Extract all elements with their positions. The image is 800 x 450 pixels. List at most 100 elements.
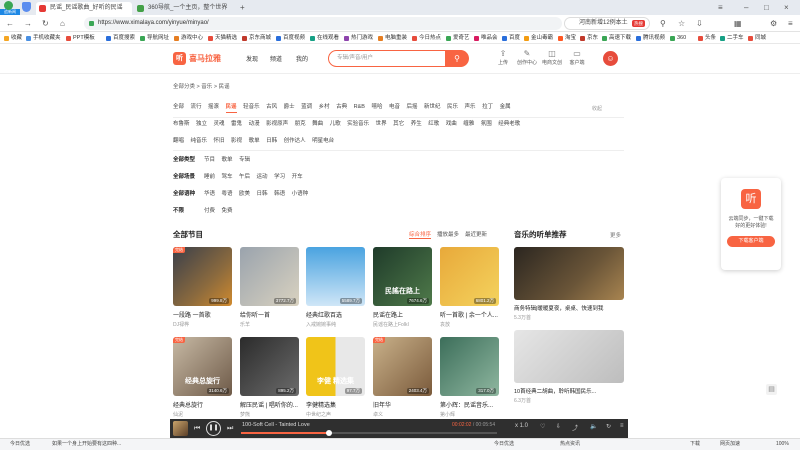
bookmark-item[interactable]: 金山毒霸 xyxy=(524,33,553,43)
filter-option[interactable]: 影视原声 xyxy=(266,120,288,129)
sort-tab[interactable]: 综合排序 xyxy=(409,232,432,239)
filter-option[interactable]: 创作达人 xyxy=(284,137,306,146)
program-author[interactable]: DJ禄桦 xyxy=(173,321,232,328)
filter-option[interactable]: 翻唱 xyxy=(173,137,184,146)
program-author[interactable]: 仙泥 xyxy=(173,411,232,418)
filter-label[interactable]: 全部场景 xyxy=(173,173,200,182)
pause-button[interactable]: ❚❚ xyxy=(206,421,221,436)
filter-option[interactable]: R&B xyxy=(354,103,365,112)
bookmark-item[interactable]: 手机收藏夹 xyxy=(26,33,61,43)
program-author[interactable]: 梦熊 xyxy=(240,411,299,418)
close-window-button[interactable]: × xyxy=(784,2,789,13)
program-cover[interactable]: 6801.2万 xyxy=(440,247,499,306)
filter-option[interactable]: 流行 xyxy=(191,103,202,112)
status-news[interactable]: 如果一个身上开始要有这四种... xyxy=(52,439,121,450)
program-author[interactable]: 卓义 xyxy=(373,411,432,418)
collapse-toggle[interactable]: 收起 xyxy=(592,105,602,112)
sort-tab[interactable]: 最近更新 xyxy=(465,232,487,238)
filter-option[interactable]: 古典 xyxy=(336,103,347,112)
filter-label[interactable]: 全部语种 xyxy=(173,190,200,199)
filter-option[interactable]: 养生 xyxy=(411,120,422,129)
program-title[interactable]: 经典红歌百选 xyxy=(306,310,365,319)
speed-control[interactable]: x 1.0 xyxy=(515,423,528,429)
program-author[interactable]: 第小辉 xyxy=(440,411,499,418)
filter-option[interactable]: 节目 xyxy=(204,156,215,165)
volume-icon[interactable]: 🔈 xyxy=(590,423,597,430)
filter-option[interactable]: 乡村 xyxy=(319,103,330,112)
menu-icon[interactable]: ≡ xyxy=(788,18,793,29)
downloads-icon[interactable]: ⇩ xyxy=(696,18,703,29)
bookmark-item[interactable]: 淘宝 xyxy=(558,33,576,43)
filter-option[interactable]: 后摇 xyxy=(407,103,418,112)
filter-option[interactable]: 世界 xyxy=(376,120,387,129)
filter-option[interactable]: 朋克 xyxy=(295,120,306,129)
program-author[interactable]: 中世纪之声 xyxy=(306,411,365,418)
bookmark-item[interactable]: 热门游戏 xyxy=(344,33,373,43)
program-card[interactable]: 3772.7万 给你听一首 乐羊 xyxy=(240,247,299,328)
program-cover[interactable]: 895.2万 xyxy=(240,337,299,396)
filter-option[interactable]: 缠雅 xyxy=(463,120,474,129)
program-title[interactable]: 第小辉：民谣音乐... xyxy=(440,400,499,409)
filter-option[interactable]: 拉丁 xyxy=(482,103,493,112)
status-item[interactable]: 热点资讯 xyxy=(560,439,580,450)
bookmark-item[interactable]: 二手车 xyxy=(720,33,744,43)
program-title[interactable]: 给你听一首 xyxy=(240,310,299,319)
filter-option[interactable]: 日韩 xyxy=(266,137,277,146)
now-playing-cover[interactable] xyxy=(173,421,188,436)
filter-option[interactable]: 全部 xyxy=(173,103,184,112)
bookmark-item[interactable]: 百度 xyxy=(502,33,520,43)
program-card[interactable]: 李健 精选集 97.7万 李健精选集 中世纪之声 xyxy=(306,337,365,418)
program-cover[interactable]: 完结 2403.4万 xyxy=(373,337,432,396)
filter-option[interactable]: 氛围 xyxy=(481,120,492,129)
recommend-title[interactable]: 10首经典二胡曲，聆听韩国民乐... xyxy=(514,387,624,395)
filter-option[interactable]: 金属 xyxy=(500,103,511,112)
filter-option[interactable]: 电音 xyxy=(389,103,400,112)
ximalaya-logo[interactable]: 听 喜马拉雅 xyxy=(173,52,221,66)
like-icon[interactable]: ♡ xyxy=(540,423,545,430)
recommend-cover[interactable] xyxy=(514,330,624,383)
filter-option[interactable]: 经典老歌 xyxy=(498,120,520,129)
filter-option[interactable]: 古风 xyxy=(266,103,277,112)
tab-ximalaya[interactable]: 民谣_民谣歌曲_好听的民谣 xyxy=(36,2,132,15)
status-item[interactable]: 下载 xyxy=(690,439,700,450)
filter-option[interactable]: 动漫 xyxy=(249,120,260,129)
search-button[interactable]: ⚲ xyxy=(445,50,469,67)
breadcrumb-all[interactable]: 全部分类 xyxy=(173,84,195,90)
breadcrumb-music[interactable]: 音乐 xyxy=(201,84,212,90)
program-card[interactable]: 完结 2403.4万 旧年华 卓义 xyxy=(373,337,432,418)
download-icon[interactable]: ⇩ xyxy=(556,423,561,430)
next-track-icon[interactable]: ⏭ xyxy=(227,423,233,434)
program-card[interactable]: 完结 999.8万 一段路 一首歌 DJ禄桦 xyxy=(173,247,232,328)
filter-option[interactable]: 嘻哈 xyxy=(371,103,382,112)
bookmark-item[interactable]: 360 xyxy=(670,33,686,43)
bookmark-item[interactable]: 收藏 xyxy=(4,33,22,43)
program-title[interactable]: 一段路 一首歌 xyxy=(173,310,232,319)
filter-option[interactable]: 其它 xyxy=(393,120,404,129)
bookmark-item[interactable]: 爱奇艺 xyxy=(446,33,470,43)
bookmark-item[interactable]: 腾讯视频 xyxy=(636,33,665,43)
bookmark-item[interactable]: 天猫精选 xyxy=(208,33,237,43)
filter-option[interactable]: 歌单 xyxy=(249,137,260,146)
filter-option[interactable]: 小语种 xyxy=(292,190,309,199)
status-left[interactable]: 今日优选 xyxy=(10,439,30,450)
program-cover[interactable]: 民謠在路上 7674.6万 xyxy=(373,247,432,306)
bookmark-item[interactable]: 电脑重装 xyxy=(378,33,407,43)
filter-label[interactable]: 不限 xyxy=(173,207,200,216)
program-card[interactable]: 完结 经典总旋行 3140.6万 经典总旋行 仙泥 xyxy=(173,337,232,418)
filter-option[interactable]: 轻音乐 xyxy=(243,103,260,112)
program-card[interactable]: 民謠在路上 7674.6万 民谣在路上 民谣在路上FolkI xyxy=(373,247,432,328)
bookmark-item[interactable]: 今日热点 xyxy=(412,33,441,43)
filter-option[interactable]: 声乐 xyxy=(465,103,476,112)
filter-option[interactable]: 灵魂 xyxy=(214,120,225,129)
bookmark-item[interactable]: 唯品会 xyxy=(474,33,498,43)
bookmark-item[interactable]: 头条 xyxy=(698,33,716,43)
program-cover[interactable]: 5589.7万 xyxy=(306,247,365,306)
nav-mine[interactable]: 我的 xyxy=(296,54,308,63)
filter-option[interactable]: 民乐 xyxy=(447,103,458,112)
favorites-icon[interactable]: ☆ xyxy=(678,18,685,29)
bookmark-item[interactable]: PPT模板 xyxy=(66,33,95,43)
sort-tab[interactable]: 播放最多 xyxy=(437,232,459,238)
filter-option[interactable]: 民谣 xyxy=(225,103,237,113)
filter-option[interactable]: 欧美 xyxy=(239,190,250,199)
bookmark-item[interactable]: 同城 xyxy=(748,33,766,43)
